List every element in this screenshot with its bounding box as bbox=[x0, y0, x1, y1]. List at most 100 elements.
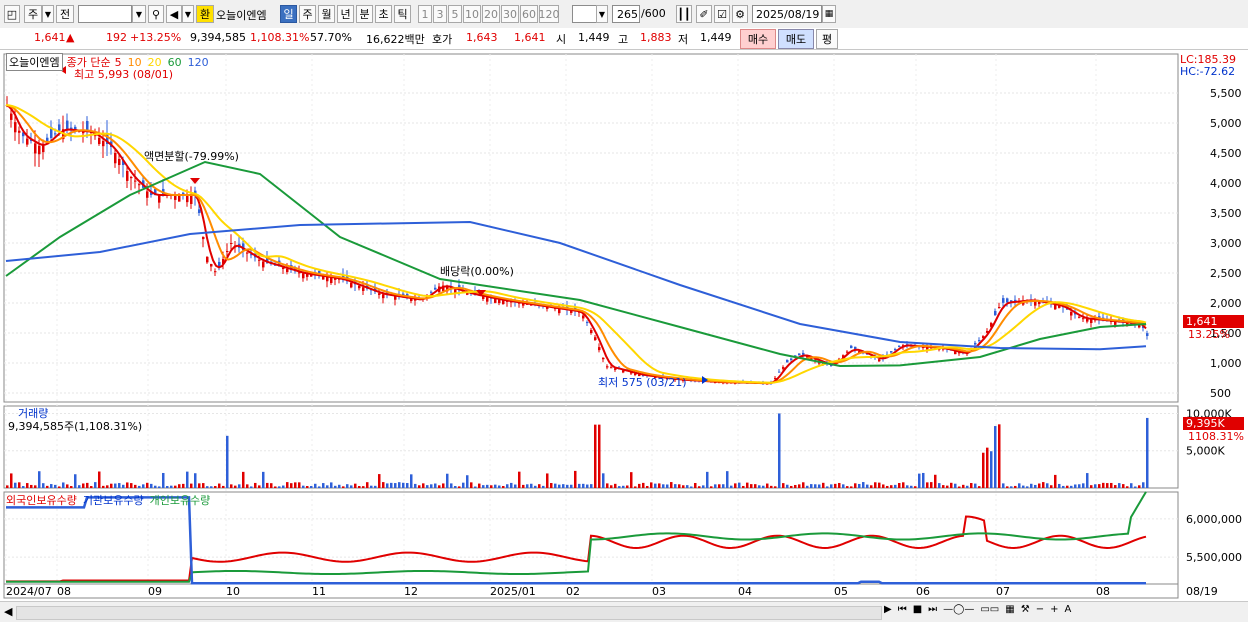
interval-tab[interactable]: 5 bbox=[448, 5, 462, 23]
volume-bar bbox=[550, 483, 553, 488]
date-input[interactable]: 2025/08/19 bbox=[752, 5, 822, 23]
volume-bar bbox=[134, 484, 137, 488]
volume-bar bbox=[498, 485, 501, 488]
gear-icon[interactable]: ⚙ bbox=[732, 5, 748, 23]
volume-bar bbox=[1130, 483, 1133, 488]
interval-tab[interactable]: 120 bbox=[539, 5, 560, 23]
volume-bar bbox=[194, 473, 197, 488]
slider-icon[interactable]: —◯— bbox=[943, 604, 974, 615]
scrollbar-track[interactable] bbox=[16, 606, 882, 620]
volume-bar bbox=[998, 424, 1001, 488]
volume-bar bbox=[106, 485, 109, 488]
y-tick-label: 500 bbox=[1210, 387, 1231, 400]
period-tab[interactable]: 년 bbox=[337, 5, 354, 23]
sell-button[interactable]: 매도 bbox=[778, 29, 814, 49]
eval-button[interactable]: 평 bbox=[816, 29, 838, 49]
speaker-icon[interactable]: ◀ bbox=[166, 5, 182, 23]
interval-tab[interactable]: 60 bbox=[520, 5, 538, 23]
foreign-legend: 외국인보유수량 bbox=[6, 494, 77, 507]
count-input[interactable]: 265 bbox=[612, 5, 640, 23]
volume-bar bbox=[158, 486, 161, 488]
volume-bar bbox=[126, 482, 129, 488]
volume-bar bbox=[1110, 482, 1113, 488]
tools-icon[interactable]: ⚒ bbox=[1021, 604, 1030, 615]
stop-icon[interactable]: ■ bbox=[913, 604, 922, 615]
volume-bar bbox=[1122, 484, 1125, 488]
hoga-2: 1,641 bbox=[514, 31, 546, 44]
volume-bar bbox=[302, 485, 305, 488]
volume-bar bbox=[286, 482, 289, 488]
candle-body bbox=[130, 177, 133, 179]
volume-bar bbox=[530, 483, 533, 488]
count-dropdown-icon[interactable]: ▼ bbox=[596, 5, 608, 23]
volume-bar bbox=[246, 484, 249, 488]
volume-bar bbox=[118, 483, 121, 488]
volume-bar bbox=[834, 483, 837, 488]
forward-icon[interactable]: ⏭ bbox=[928, 604, 937, 615]
period-tab[interactable]: 분 bbox=[356, 5, 373, 23]
market-dropdown-icon[interactable]: ▼ bbox=[42, 5, 54, 23]
volume-bar bbox=[710, 486, 713, 488]
period-tab[interactable]: 초 bbox=[375, 5, 392, 23]
holding-tick-label: 6,000,000 bbox=[1186, 513, 1242, 526]
hwan-button[interactable]: 환 bbox=[196, 5, 214, 23]
candle-body bbox=[362, 287, 365, 291]
candle-type-icon[interactable]: ┃┃ bbox=[676, 5, 692, 23]
calendar-icon[interactable]: ▦ bbox=[822, 5, 836, 23]
volume-bar bbox=[22, 486, 25, 488]
volume-bar bbox=[966, 485, 969, 488]
interval-tab[interactable]: 20 bbox=[482, 5, 500, 23]
code-dropdown-icon[interactable]: ▼ bbox=[132, 5, 146, 23]
chart-menu-icon[interactable]: ◰ bbox=[4, 5, 20, 23]
market-select[interactable]: 주 bbox=[24, 5, 42, 23]
volume-bar bbox=[602, 473, 605, 488]
candle-body bbox=[246, 252, 249, 254]
zoom-out-icon[interactable]: − bbox=[1036, 604, 1044, 615]
volume-last-marker: 9,395K bbox=[1183, 417, 1244, 430]
layout-icon[interactable]: ▭▭ bbox=[980, 604, 999, 615]
stock-code-input[interactable]: 192410 bbox=[78, 5, 132, 23]
volume-bar bbox=[1106, 483, 1109, 488]
volume-value: 9,394,585주(1,108.31%) bbox=[8, 420, 143, 433]
volume-bar bbox=[226, 435, 229, 488]
interval-tab[interactable]: 3 bbox=[433, 5, 447, 23]
grid-icon[interactable]: ▦ bbox=[1005, 604, 1014, 615]
play-icon[interactable]: ▶ bbox=[884, 604, 892, 615]
volume-bar bbox=[414, 483, 417, 488]
volume-bar bbox=[930, 482, 933, 488]
interval-tab[interactable]: 1 bbox=[418, 5, 432, 23]
volume-bar bbox=[786, 484, 789, 488]
auto-icon[interactable]: A bbox=[1064, 604, 1071, 615]
volume-bar bbox=[974, 483, 977, 488]
chart-canvas[interactable]: 5,500 5,000 4,500 4,000 3,500 3,000 2,500 2,000… bbox=[0, 50, 1248, 601]
period-tab[interactable]: 주 bbox=[299, 5, 316, 23]
volume-bar bbox=[1082, 483, 1085, 488]
volume-bar bbox=[670, 482, 673, 488]
search-icon[interactable]: ⚲ bbox=[148, 5, 164, 23]
period-tab[interactable]: 틱 bbox=[394, 5, 411, 23]
volume-bar bbox=[138, 485, 141, 488]
drawing-tool-icon[interactable]: ✐ bbox=[696, 5, 712, 23]
volume-bar bbox=[142, 484, 145, 488]
y-tick-label: 2,000 bbox=[1210, 297, 1242, 310]
period-tab[interactable]: 일 bbox=[280, 5, 297, 23]
volume-bar bbox=[74, 474, 77, 488]
interval-tab[interactable]: 30 bbox=[501, 5, 519, 23]
volume-bar bbox=[606, 483, 609, 488]
volume-bar bbox=[518, 471, 521, 488]
volume-bar bbox=[234, 485, 237, 488]
speaker-dropdown-icon[interactable]: ▼ bbox=[182, 5, 194, 23]
buy-button[interactable]: 매수 bbox=[740, 29, 776, 49]
prefix-button[interactable]: 전 bbox=[56, 5, 74, 23]
volume-bar bbox=[766, 483, 769, 488]
interval-tab[interactable]: 10 bbox=[463, 5, 481, 23]
scroll-left-icon[interactable]: ◀ bbox=[4, 605, 12, 618]
candle-body bbox=[26, 138, 29, 145]
settings-check-icon[interactable]: ☑ bbox=[714, 5, 730, 23]
period-tab[interactable]: 월 bbox=[318, 5, 335, 23]
zoom-in-icon[interactable]: + bbox=[1050, 604, 1058, 615]
rewind-icon[interactable]: ⏮ bbox=[898, 604, 907, 615]
volume-bar bbox=[298, 482, 301, 488]
volume-bar bbox=[946, 485, 949, 488]
volume-bar bbox=[486, 484, 489, 488]
